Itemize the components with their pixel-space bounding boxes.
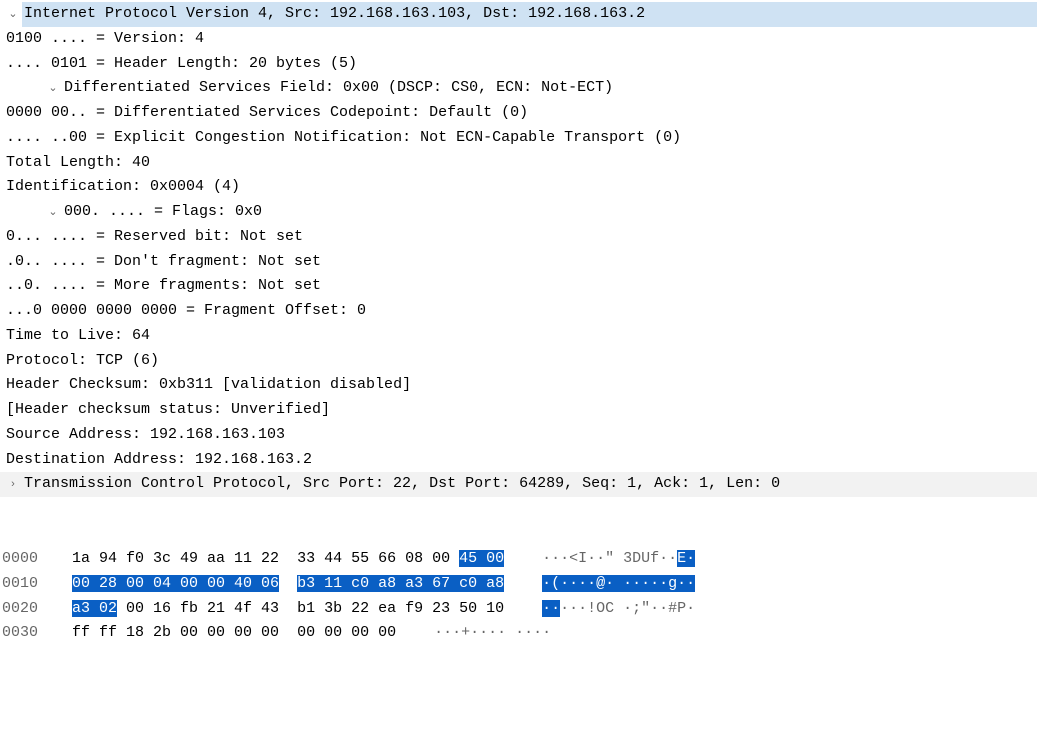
chevron-down-icon[interactable]: ⌄ [4,2,22,26]
chevron-down-icon[interactable]: ⌄ [44,76,62,100]
ipv4-header-row[interactable]: ⌄ Internet Protocol Version 4, Src: 192.… [0,2,1037,27]
ecn-label: .... ..00 = Explicit Congestion Notifica… [4,126,1037,151]
hex-ascii: ···+···· ···· [396,621,551,646]
tcp-header-label: Transmission Control Protocol, Src Port:… [22,472,1037,497]
hex-offset: 0010 [0,572,72,597]
fragoff-row[interactable]: ...0 0000 0000 0000 = Fragment Offset: 0 [0,299,1037,324]
reserved-label: 0... .... = Reserved bit: Not set [4,225,1037,250]
tcp-header-row[interactable]: › Transmission Control Protocol, Src Por… [0,472,1037,497]
packet-bytes-pane[interactable]: 0000 1a 94 f0 3c 49 aa 11 22 33 44 55 66… [0,547,1037,646]
srcaddr-label: Source Address: 192.168.163.103 [4,423,1037,448]
srcaddr-row[interactable]: Source Address: 192.168.163.103 [0,423,1037,448]
mf-label: ..0. .... = More fragments: Not set [4,274,1037,299]
ttl-label: Time to Live: 64 [4,324,1037,349]
cksum-status-row[interactable]: [Header checksum status: Unverified] [0,398,1037,423]
dsfield-label: Differentiated Services Field: 0x00 (DSC… [62,76,1037,101]
hex-offset: 0000 [0,547,72,572]
hex-bytes: 00 28 00 04 00 00 40 06 b3 11 c0 a8 a3 6… [72,572,504,597]
hdrlen-label: .... 0101 = Header Length: 20 bytes (5) [4,52,1037,77]
df-label: .0.. .... = Don't fragment: Not set [4,250,1037,275]
fragoff-label: ...0 0000 0000 0000 = Fragment Offset: 0 [4,299,1037,324]
version-row[interactable]: 0100 .... = Version: 4 [0,27,1037,52]
totallen-label: Total Length: 40 [4,151,1037,176]
hdrlen-row[interactable]: .... 0101 = Header Length: 20 bytes (5) [0,52,1037,77]
cksum-label: Header Checksum: 0xb311 [validation disa… [4,373,1037,398]
hex-offset: 0020 [0,597,72,622]
proto-row[interactable]: Protocol: TCP (6) [0,349,1037,374]
df-row[interactable]: .0.. .... = Don't fragment: Not set [0,250,1037,275]
hex-row-0030[interactable]: 0030 ff ff 18 2b 00 00 00 00 00 00 00 00… [0,621,1037,646]
ident-label: Identification: 0x0004 (4) [4,175,1037,200]
flags-label: 000. .... = Flags: 0x0 [62,200,1037,225]
ecn-row[interactable]: .... ..00 = Explicit Congestion Notifica… [0,126,1037,151]
chevron-right-icon[interactable]: › [4,472,22,496]
totallen-row[interactable]: Total Length: 40 [0,151,1037,176]
hex-row-0020[interactable]: 0020 a3 02 00 16 fb 21 4f 43 b1 3b 22 ea… [0,597,1037,622]
dscp-label: 0000 00.. = Differentiated Services Code… [4,101,1037,126]
hex-row-0000[interactable]: 0000 1a 94 f0 3c 49 aa 11 22 33 44 55 66… [0,547,1037,572]
ident-row[interactable]: Identification: 0x0004 (4) [0,175,1037,200]
hex-ascii: ·(····@· ·····g·· [504,572,695,597]
hex-ascii: ···<I··" 3DUf··E· [504,547,695,572]
cksum-status-label: [Header checksum status: Unverified] [4,398,1037,423]
hex-bytes: ff ff 18 2b 00 00 00 00 00 00 00 00 [72,621,396,646]
version-label: 0100 .... = Version: 4 [4,27,1037,52]
hex-offset: 0030 [0,621,72,646]
hex-bytes: a3 02 00 16 fb 21 4f 43 b1 3b 22 ea f9 2… [72,597,504,622]
mf-row[interactable]: ..0. .... = More fragments: Not set [0,274,1037,299]
flags-row[interactable]: ⌄ 000. .... = Flags: 0x0 [0,200,1037,225]
cksum-row[interactable]: Header Checksum: 0xb311 [validation disa… [0,373,1037,398]
packet-details-tree[interactable]: ⌄ Internet Protocol Version 4, Src: 192.… [0,0,1037,499]
dstaddr-row[interactable]: Destination Address: 192.168.163.2 [0,448,1037,473]
ipv4-header-label: Internet Protocol Version 4, Src: 192.16… [22,2,1037,27]
hex-row-0010[interactable]: 0010 00 28 00 04 00 00 40 06 b3 11 c0 a8… [0,572,1037,597]
ttl-row[interactable]: Time to Live: 64 [0,324,1037,349]
dstaddr-label: Destination Address: 192.168.163.2 [4,448,1037,473]
hex-ascii: ·····!OC ·;"··#P· [504,597,695,622]
hex-bytes: 1a 94 f0 3c 49 aa 11 22 33 44 55 66 08 0… [72,547,504,572]
chevron-down-icon[interactable]: ⌄ [44,200,62,224]
proto-label: Protocol: TCP (6) [4,349,1037,374]
dsfield-row[interactable]: ⌄ Differentiated Services Field: 0x00 (D… [0,76,1037,101]
reserved-row[interactable]: 0... .... = Reserved bit: Not set [0,225,1037,250]
dscp-row[interactable]: 0000 00.. = Differentiated Services Code… [0,101,1037,126]
